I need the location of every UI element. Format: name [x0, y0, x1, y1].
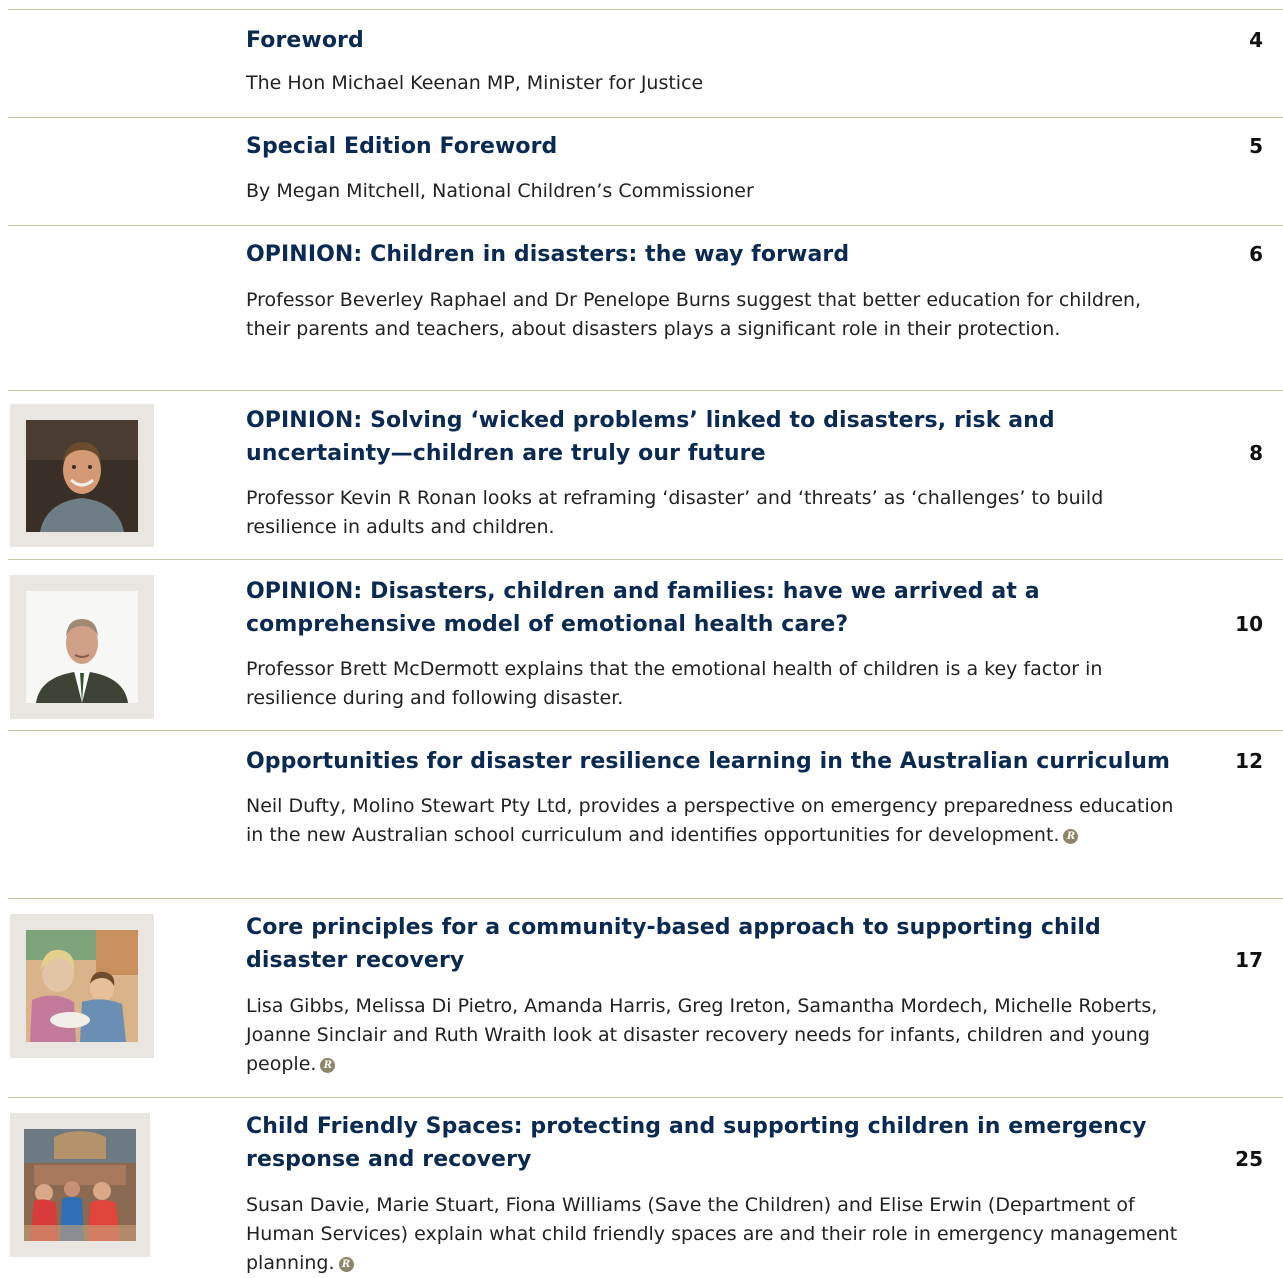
entry-title[interactable]: Special Edition Foreword — [246, 130, 1176, 163]
entry-description: Susan Davie, Marie Stuart, Fiona William… — [246, 1191, 1186, 1278]
refereed-r-icon: R — [1063, 829, 1079, 844]
entry-page-number[interactable]: 10 — [1193, 608, 1263, 641]
divider — [8, 730, 1283, 731]
article-thumbnail — [10, 1113, 150, 1257]
entry-page-number[interactable]: 25 — [1193, 1143, 1263, 1176]
entry-description: Professor Brett McDermott explains that … — [246, 658, 1103, 709]
author-photo-icon — [26, 591, 138, 703]
author-thumbnail — [10, 575, 154, 719]
entry-description-text: Lisa Gibbs, Melissa Di Pietro, Amanda Ha… — [246, 995, 1158, 1075]
entry-description-text: Neil Dufty, Molino Stewart Pty Ltd, prov… — [246, 795, 1174, 846]
entry-description-text: Susan Davie, Marie Stuart, Fiona William… — [246, 1194, 1178, 1274]
divider — [8, 898, 1283, 899]
article-thumbnail — [10, 914, 154, 1058]
divider — [8, 117, 1283, 118]
entry-description: The Hon Michael Keenan MP, Minister for … — [246, 72, 704, 94]
children-photo-icon — [24, 1129, 136, 1241]
entry-page-number[interactable]: 8 — [1193, 437, 1263, 470]
entry-title[interactable]: Child Friendly Spaces: protecting and su… — [246, 1110, 1176, 1176]
entry-title[interactable]: OPINION: Solving ‘wicked problems’ linke… — [246, 404, 1176, 470]
entry-description: Lisa Gibbs, Melissa Di Pietro, Amanda Ha… — [246, 992, 1186, 1079]
divider — [8, 1097, 1283, 1098]
refereed-r-icon: R — [338, 1257, 354, 1272]
entry-title[interactable]: Core principles for a community-based ap… — [246, 911, 1176, 977]
entry-page-number[interactable]: 6 — [1193, 238, 1263, 271]
entry-page-number[interactable]: 5 — [1193, 130, 1263, 163]
divider — [8, 9, 1283, 10]
entry-description: Professor Kevin R Ronan looks at reframi… — [246, 487, 1104, 538]
author-thumbnail — [10, 404, 154, 547]
entry-page-number[interactable]: 17 — [1193, 944, 1263, 977]
table-of-contents: Foreword 4 The Hon Michael Keenan MP, Mi… — [0, 0, 1283, 1277]
entry-page-number[interactable]: 4 — [1193, 24, 1263, 57]
refereed-r-icon: R — [320, 1058, 336, 1073]
entry-description: Professor Beverley Raphael and Dr Penelo… — [246, 289, 1142, 340]
entry-title[interactable]: OPINION: Children in disasters: the way … — [246, 238, 1176, 271]
entry-title[interactable]: OPINION: Disasters, children and familie… — [246, 575, 1176, 641]
divider — [8, 225, 1283, 226]
divider — [8, 390, 1283, 391]
entry-title[interactable]: Foreword — [246, 24, 1176, 57]
children-photo-icon — [26, 930, 138, 1042]
divider — [8, 559, 1283, 560]
entry-page-number[interactable]: 12 — [1193, 745, 1263, 778]
entry-description: Neil Dufty, Molino Stewart Pty Ltd, prov… — [246, 792, 1186, 850]
author-photo-icon — [26, 420, 138, 532]
entry-title[interactable]: Opportunities for disaster resilience le… — [246, 745, 1176, 778]
entry-description: By Megan Mitchell, National Children’s C… — [246, 180, 754, 202]
